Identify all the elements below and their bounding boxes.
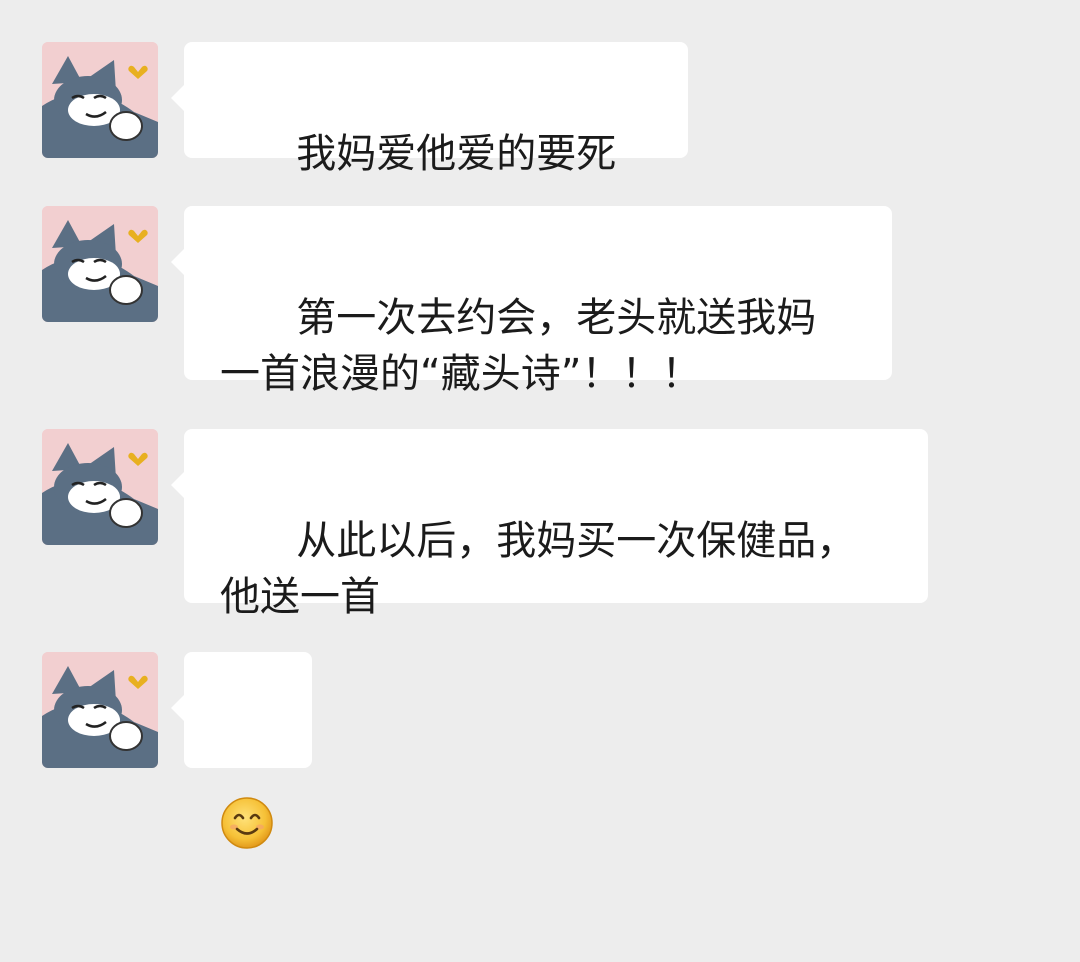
message-bubble[interactable]: 第一次去约会，老头就送我妈 一首浪漫的“藏头诗”！！！ bbox=[171, 206, 892, 397]
smiling-face-emoji-icon bbox=[221, 797, 273, 849]
message-bubble[interactable] bbox=[171, 652, 312, 849]
message-bubble[interactable]: 我妈爱他爱的要死 bbox=[171, 42, 688, 177]
message-text: 第一次去约会，老头就送我妈 一首浪漫的“藏头诗”！！！ bbox=[220, 295, 817, 397]
avatar[interactable] bbox=[42, 206, 158, 322]
message-bubble[interactable]: 从此以后，我妈买一次保健品， 他送一首 bbox=[171, 429, 928, 620]
message-text: 从此以后，我妈买一次保健品， 他送一首 bbox=[220, 518, 857, 620]
cat-avatar-icon bbox=[42, 429, 158, 545]
message-text: 我妈爱他爱的要死 bbox=[296, 131, 617, 177]
cat-avatar-icon bbox=[42, 652, 158, 768]
avatar[interactable] bbox=[42, 429, 158, 545]
avatar[interactable] bbox=[42, 652, 158, 768]
cat-avatar-icon bbox=[42, 206, 158, 322]
avatar[interactable] bbox=[42, 42, 158, 158]
chat-message-list[interactable]: 我妈爱他爱的要死 第一次去约会，老头就送我妈 一首浪漫的“藏头诗”！！！ 从此以… bbox=[0, 0, 1080, 849]
cat-avatar-icon bbox=[42, 42, 158, 158]
